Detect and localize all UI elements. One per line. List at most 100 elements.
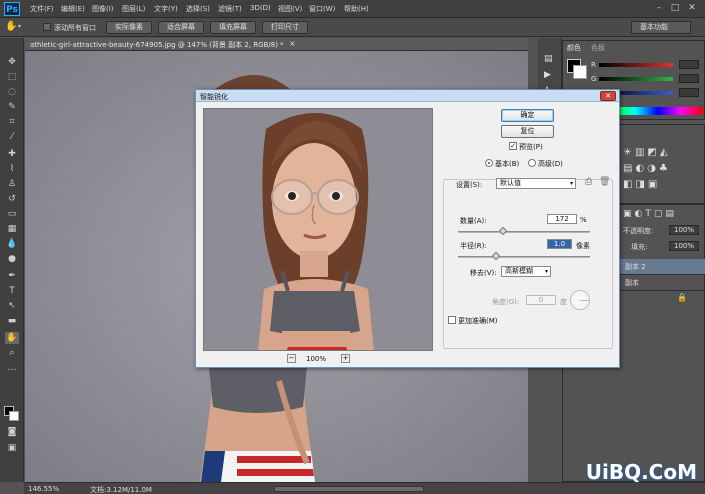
tool-preset-arrow-icon[interactable]: ▾ <box>18 23 21 30</box>
blur-tool-icon[interactable]: 💧 <box>5 238 19 250</box>
dialog-title: 智能锐化 <box>200 93 228 101</box>
menu-window[interactable]: 窗口(W) <box>309 4 335 14</box>
fit-screen-button[interactable]: 适合屏幕 <box>158 21 204 34</box>
dialog-titlebar[interactable]: 智能锐化 ✕ <box>196 90 619 102</box>
basic-mode-radio[interactable] <box>485 159 493 167</box>
layer-filter-icons[interactable]: ▣◐T▢▤ <box>623 209 677 219</box>
adjustment-icons-row-2[interactable]: ▤◐◑♣ <box>623 163 671 174</box>
actual-pixels-button[interactable]: 实际像素 <box>106 21 152 34</box>
chevron-down-icon: ▾ <box>544 268 548 275</box>
lasso-tool-icon[interactable]: ◌ <box>5 86 19 98</box>
angle-field: 0 <box>526 295 556 305</box>
amount-label: 数量(A): <box>460 217 487 225</box>
amount-field[interactable]: 172 <box>547 214 577 224</box>
clone-stamp-tool-icon[interactable]: ♙ <box>5 178 19 190</box>
actions-panel-icon[interactable]: ▶ <box>544 70 551 80</box>
zoom-tool-icon[interactable]: ⌕ <box>5 347 19 359</box>
type-tool-icon[interactable]: T <box>5 285 19 297</box>
red-value-box[interactable] <box>679 60 699 69</box>
shape-tool-icon[interactable]: ▬ <box>5 315 19 327</box>
move-tool-icon[interactable]: ✥ <box>5 56 19 68</box>
preview-image <box>204 109 432 350</box>
preview-checkbox[interactable]: ✓ <box>509 142 517 150</box>
save-preset-icon[interactable]: ⎙ <box>585 177 592 187</box>
pen-tool-icon[interactable]: ✒ <box>5 270 19 282</box>
fill-field[interactable]: 100% <box>669 241 699 251</box>
maximize-button[interactable]: □ <box>668 3 682 14</box>
zoom-in-button[interactable]: + <box>341 354 350 363</box>
menu-bar: Ps 文件(F) 编辑(E) 图像(I) 图层(L) 文字(Y) 选择(S) 滤… <box>0 0 705 18</box>
dodge-tool-icon[interactable]: ● <box>5 253 19 265</box>
green-value-box[interactable] <box>679 74 699 83</box>
radius-label: 半径(R): <box>460 242 487 250</box>
workspace-select[interactable]: 基本功能 <box>631 21 691 34</box>
adjustment-icons-row-3[interactable]: ◧◨▣ <box>623 179 660 190</box>
close-document-icon[interactable]: × <box>289 39 296 48</box>
zoom-out-button[interactable]: − <box>287 354 296 363</box>
green-slider[interactable] <box>599 77 673 81</box>
status-doc-size[interactable]: 文档:3.12M/11.0M <box>90 485 152 494</box>
status-zoom[interactable]: 146.55% <box>28 485 59 493</box>
menu-help[interactable]: 帮助(H) <box>344 4 369 14</box>
screen-mode-icon[interactable]: ▣ <box>5 442 19 454</box>
background-color-swatch[interactable] <box>9 411 19 421</box>
options-bar: ✋ ▾ 滚动所有窗口 实际像素 适合屏幕 填充屏幕 打印尺寸 基本功能 <box>0 18 705 37</box>
document-title: athletic-girl-attractive-beauty-674905.j… <box>30 41 284 49</box>
quick-mask-icon[interactable]: ◙ <box>5 426 19 438</box>
horizontal-scrollbar[interactable] <box>274 486 424 492</box>
crop-tool-icon[interactable]: ⌗ <box>5 116 19 128</box>
path-select-tool-icon[interactable]: ↖ <box>5 300 19 312</box>
delete-preset-icon[interactable]: 🗑 <box>599 177 610 187</box>
menu-3d[interactable]: 3D(D) <box>250 4 271 12</box>
history-brush-tool-icon[interactable]: ↺ <box>5 193 19 205</box>
eyedropper-tool-icon[interactable]: ⁄ <box>5 131 19 143</box>
remove-select[interactable]: 高斯模糊 ▾ <box>501 266 551 277</box>
radius-field[interactable]: 1.0 <box>547 239 572 249</box>
reset-button[interactable]: 复位 <box>501 125 554 138</box>
blue-value-box[interactable] <box>679 88 699 97</box>
settings-select[interactable]: 默认值 ▾ <box>496 178 576 189</box>
scroll-all-checkbox[interactable] <box>43 23 51 31</box>
menu-filter[interactable]: 滤镜(T) <box>218 4 242 14</box>
scroll-all-label: 滚动所有窗口 <box>54 24 96 32</box>
menu-edit[interactable]: 编辑(E) <box>61 4 85 14</box>
close-app-button[interactable]: ✕ <box>685 3 699 14</box>
radius-slider-track[interactable] <box>458 256 590 258</box>
menu-image[interactable]: 图像(I) <box>92 4 114 14</box>
menu-layer[interactable]: 图层(L) <box>122 4 145 14</box>
adjustment-icons-row-1[interactable]: ☀▥◩◭ <box>623 147 671 158</box>
hand-tool-icon[interactable]: ✋ <box>5 332 19 344</box>
angle-dial <box>570 290 590 310</box>
gradient-tool-icon[interactable]: ▦ <box>5 223 19 235</box>
dialog-close-button[interactable]: ✕ <box>600 91 616 101</box>
menu-type[interactable]: 文字(Y) <box>154 4 178 14</box>
more-accurate-checkbox[interactable] <box>448 316 456 324</box>
menu-file[interactable]: 文件(F) <box>30 4 54 14</box>
minimize-button[interactable]: – <box>652 3 666 14</box>
quick-select-tool-icon[interactable]: ✎ <box>5 101 19 113</box>
brush-tool-icon[interactable]: ⌇ <box>5 163 19 175</box>
menu-view[interactable]: 视图(V) <box>278 4 302 14</box>
ok-button[interactable]: 确定 <box>501 109 554 122</box>
healing-tool-icon[interactable]: ✚ <box>5 148 19 160</box>
panel-background-swatch[interactable] <box>573 65 587 79</box>
filter-preview[interactable] <box>203 108 433 351</box>
amount-unit: % <box>580 216 587 224</box>
advanced-mode-radio[interactable] <box>528 159 536 167</box>
smart-sharpen-dialog: 智能锐化 ✕ − 100% + 确定 复位 ✓ 预览(P) 基本(B) 高级(D… <box>195 89 620 368</box>
marquee-tool-icon[interactable]: ⬚ <box>5 71 19 83</box>
history-panel-icon[interactable]: ▤ <box>544 54 553 64</box>
angle-label: 角度(G): <box>492 298 520 306</box>
color-tab[interactable]: 颜色 <box>567 43 581 53</box>
photoshop-logo: Ps <box>4 2 20 16</box>
fill-screen-button[interactable]: 填充屏幕 <box>210 21 256 34</box>
opacity-field[interactable]: 100% <box>669 225 699 235</box>
swatches-tab[interactable]: 色板 <box>591 43 605 53</box>
document-tab[interactable]: athletic-girl-attractive-beauty-674905.j… <box>25 38 528 51</box>
print-size-button[interactable]: 打印尺寸 <box>262 21 308 34</box>
menu-select[interactable]: 选择(S) <box>186 4 210 14</box>
red-slider[interactable] <box>599 63 673 67</box>
more-tools-icon[interactable]: … <box>5 362 19 374</box>
eraser-tool-icon[interactable]: ▭ <box>5 208 19 220</box>
amount-slider-track[interactable] <box>458 231 590 233</box>
